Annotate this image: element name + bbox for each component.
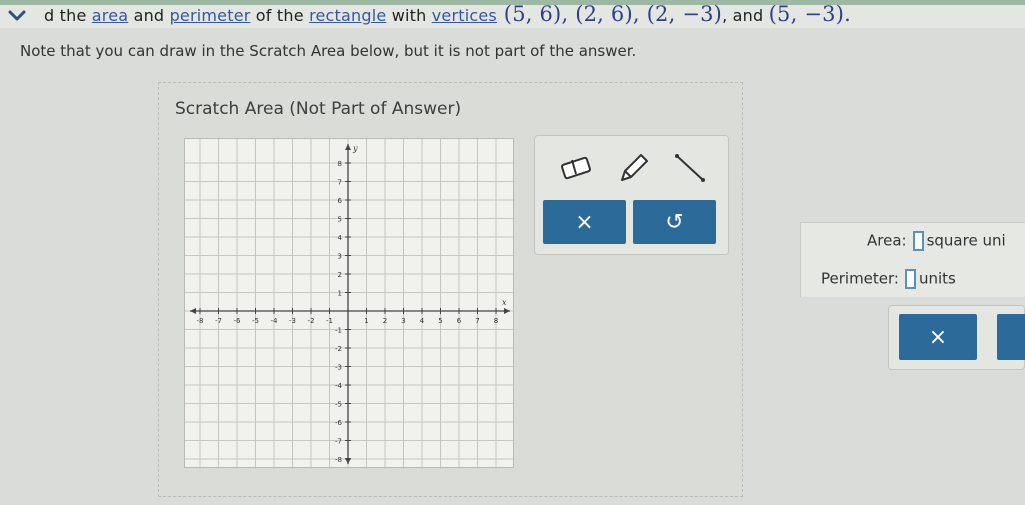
x-tick-label: -2 (308, 317, 315, 325)
perimeter-link[interactable]: perimeter (170, 6, 251, 25)
check-answer-button[interactable] (997, 314, 1025, 360)
area-link[interactable]: area (92, 6, 128, 25)
eraser-icon[interactable] (553, 148, 599, 188)
rectangle-link[interactable]: rectangle (309, 6, 386, 25)
y-axis-label: y (352, 144, 358, 153)
vertices-math: (5, 6), (2, 6), (2, −3) (496, 2, 723, 26)
perimeter-row: Perimeter: units (821, 269, 956, 289)
x-tick-label: -8 (197, 317, 204, 325)
x-tick-label: -4 (271, 317, 279, 325)
x-tick-label: 7 (475, 317, 479, 325)
area-row: Area: square uni (867, 231, 1006, 251)
y-tick-label: 7 (338, 179, 342, 187)
y-tick-label: 8 (338, 160, 342, 168)
question-bar: d the area and perimeter of the rectangl… (0, 0, 1025, 28)
y-tick-label: -6 (335, 419, 343, 427)
x-tick-label: 8 (494, 317, 498, 325)
x-tick-label: 2 (383, 317, 387, 325)
x-tick-label: -1 (326, 317, 333, 325)
x-tick-label: 6 (457, 317, 462, 325)
clear-scratch-button[interactable]: × (543, 200, 626, 244)
y-tick-label: -5 (335, 401, 342, 409)
scratch-note: Note that you can draw in the Scratch Ar… (20, 42, 637, 60)
x-tick-label: 5 (438, 317, 442, 325)
y-tick-label: -2 (335, 345, 342, 353)
last-vertex-math: (5, −3). (768, 2, 851, 26)
y-tick-label: 5 (338, 216, 342, 224)
x-tick-label: -5 (252, 317, 259, 325)
scratch-title: Scratch Area (Not Part of Answer) (175, 99, 462, 119)
coordinate-grid[interactable]: -8 -7 -6 -5 -4 -3 -2 -1 1 2 3 4 5 6 7 8 8 7 6 5 4 3 2 1 -1 -2 -3 -4… (184, 138, 515, 469)
x-axis-label: x (502, 298, 507, 307)
y-tick-label: -8 (335, 456, 342, 464)
x-tick-label: 1 (364, 317, 368, 325)
collapse-chevron-icon[interactable] (6, 6, 28, 24)
answer-panel: Area: square uni Perimeter: units (800, 222, 1025, 297)
x-axis-arrow (190, 308, 196, 314)
x-tick-label: -3 (289, 317, 296, 325)
x-tick-label: 3 (401, 317, 405, 325)
y-tick-label: 2 (338, 271, 342, 279)
perimeter-input[interactable] (904, 269, 916, 289)
y-tick-label: -1 (335, 327, 342, 335)
y-axis-arrow (345, 144, 351, 150)
perimeter-label: Perimeter: (821, 269, 899, 288)
area-input[interactable] (912, 231, 924, 251)
y-tick-label: -7 (335, 438, 342, 446)
area-unit: square uni (926, 231, 1006, 250)
answer-buttons-panel: × (888, 305, 1025, 370)
y-tick-label: 6 (338, 197, 343, 205)
area-label: Area: (867, 231, 907, 250)
y-tick-label: -4 (335, 382, 343, 390)
y-tick-label: 3 (338, 253, 342, 261)
drawing-tools-panel: × ↺ (534, 135, 729, 255)
scratch-area[interactable]: Scratch Area (Not Part of Answer) -8 -7 -6… (158, 82, 743, 497)
question-text: d the area and perimeter of the rectangl… (44, 2, 851, 26)
x-tick-label: -7 (215, 317, 222, 325)
perimeter-unit: units (918, 269, 956, 288)
clear-answer-button[interactable]: × (899, 314, 977, 360)
y-tick-label: 4 (338, 234, 343, 242)
y-tick-label: -3 (335, 364, 342, 372)
x-tick-label: -6 (234, 317, 242, 325)
line-tool-icon[interactable] (667, 148, 713, 188)
grid-svg[interactable]: -8 -7 -6 -5 -4 -3 -2 -1 1 2 3 4 5 6 7 8 8 7 6 5 4 3 2 1 -1 -2 -3 -4… (185, 139, 515, 469)
undo-button[interactable]: ↺ (633, 200, 716, 244)
x-tick-label: 4 (420, 317, 425, 325)
x-axis-arrow (504, 308, 510, 314)
y-tick-label: 1 (338, 290, 342, 298)
vertices-link[interactable]: vertices (432, 6, 497, 25)
pencil-icon[interactable] (610, 148, 656, 188)
